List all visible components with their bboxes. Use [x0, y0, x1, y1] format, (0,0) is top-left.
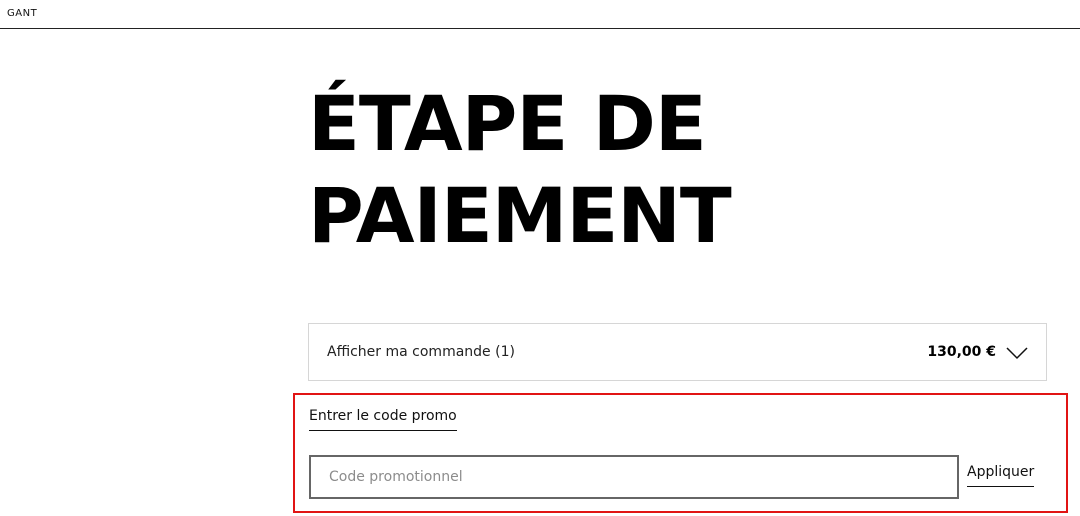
order-summary-right: 130,00 € [927, 344, 1028, 360]
promo-code-toggle-link[interactable]: Entrer le code promo [309, 408, 457, 431]
page-title: ÉTAPE DE PAIEMENT [308, 78, 788, 262]
promo-code-section: Entrer le code promo Appliquer [293, 393, 1068, 513]
apply-promo-button[interactable]: Appliquer [967, 464, 1035, 487]
order-summary-toggle[interactable]: Afficher ma commande (1) 130,00 € [308, 323, 1047, 381]
top-bar: GANT [0, 0, 1080, 29]
page-title-line-1: ÉTAPE DE [308, 79, 707, 168]
order-summary-label: Afficher ma commande (1) [327, 344, 515, 360]
order-total: 130,00 € [927, 344, 996, 360]
promo-code-input[interactable] [309, 455, 959, 499]
page-title-line-2: PAIEMENT [308, 171, 732, 260]
chevron-down-icon[interactable] [1006, 345, 1028, 360]
gant-logo[interactable]: GANT [7, 8, 37, 19]
